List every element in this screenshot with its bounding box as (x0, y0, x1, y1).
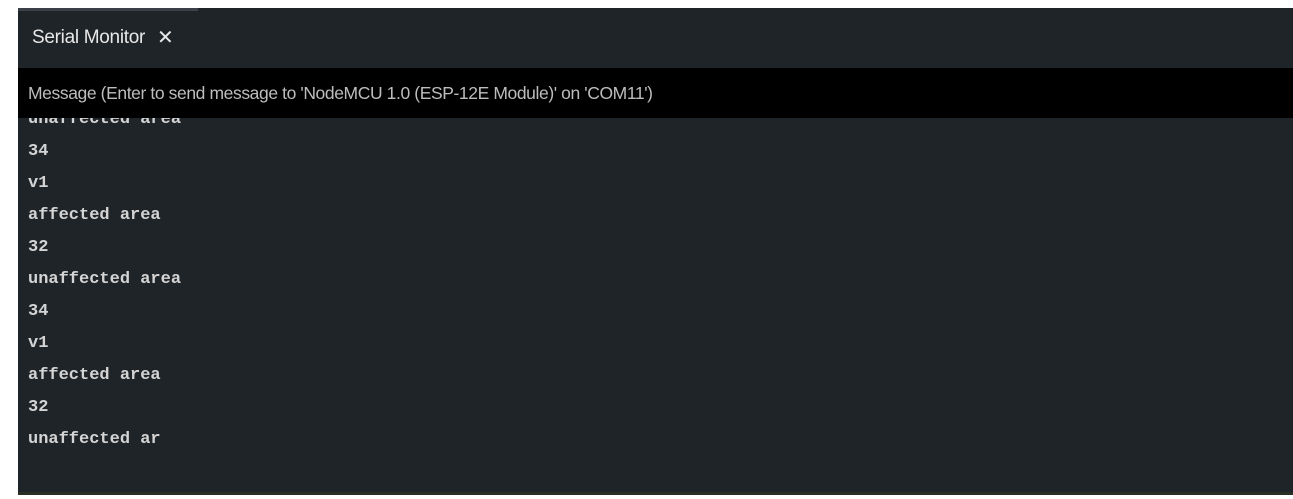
tab-serial-monitor[interactable]: Serial Monitor ✕ (18, 8, 190, 68)
output-line: unaffected area (28, 270, 182, 289)
serial-output[interactable]: unaffected area 34 v1 affected area 32 u… (18, 118, 1293, 495)
output-line: 34 (28, 142, 49, 161)
output-line: 34 (28, 302, 49, 321)
output-line: affected area (28, 366, 161, 385)
output-line: v1 (28, 334, 49, 353)
message-bar (18, 68, 1293, 118)
output-line: unaffected ar (28, 430, 161, 449)
serial-monitor-panel: Serial Monitor ✕ unaffected area 34 v1 a… (18, 8, 1293, 495)
output-line: v1 (28, 174, 49, 193)
tab-strip: Serial Monitor ✕ (18, 8, 1293, 68)
bottom-border (18, 492, 1293, 495)
output-line: unaffected area (28, 118, 182, 129)
tab-label: Serial Monitor (32, 27, 146, 48)
output-line: 32 (28, 398, 49, 417)
close-icon[interactable]: ✕ (155, 26, 176, 50)
output-line: affected area (28, 206, 161, 225)
message-input[interactable] (28, 68, 1293, 118)
output-line: 32 (28, 238, 49, 257)
